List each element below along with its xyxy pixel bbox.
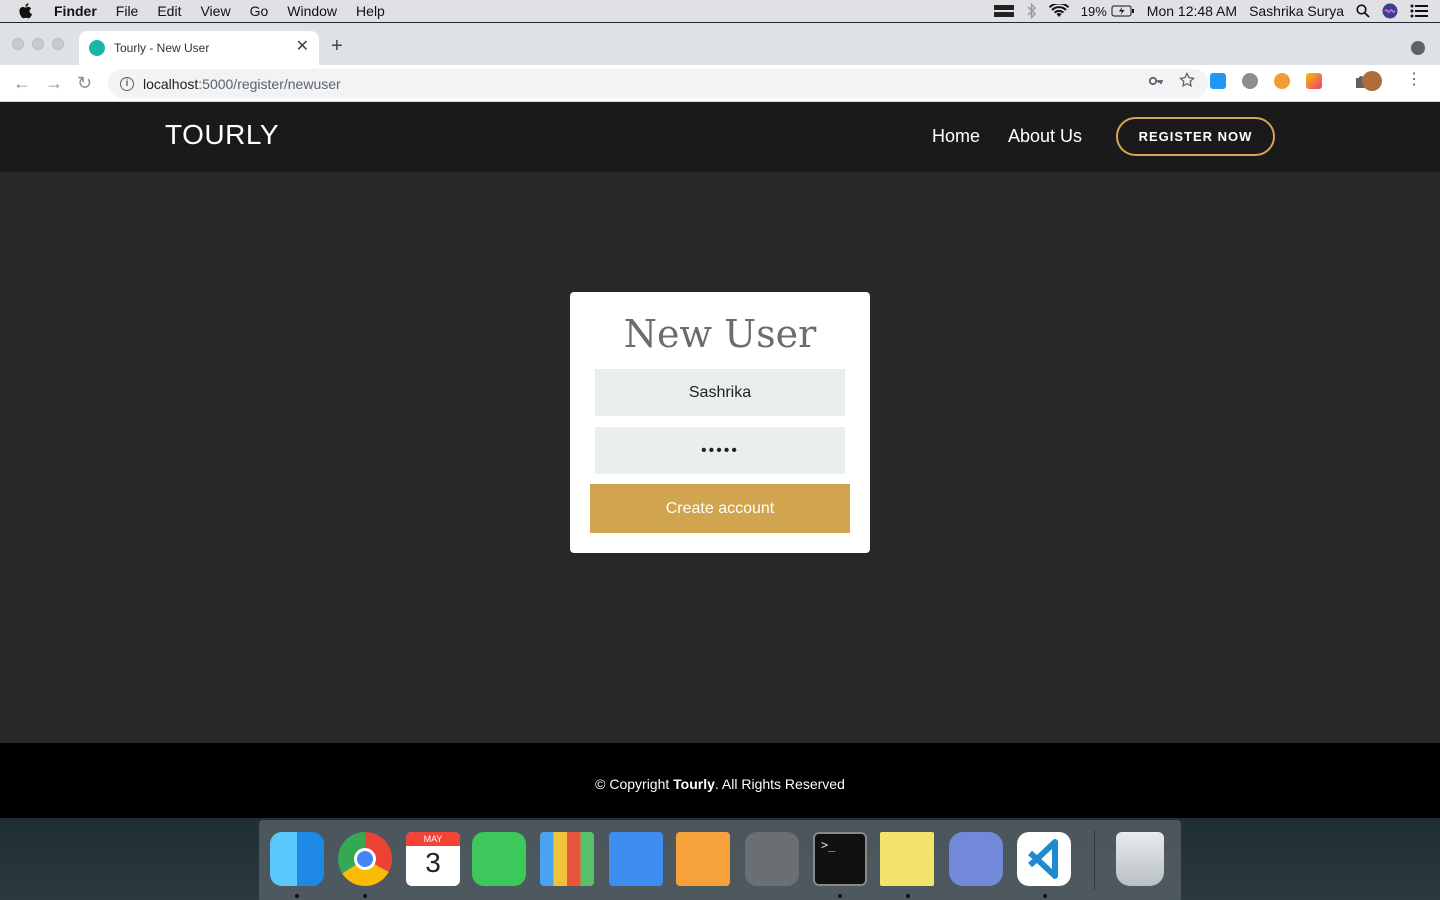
battery-percent: 19%: [1080, 3, 1107, 19]
copyright-prefix: © Copyright: [595, 776, 674, 792]
browser-tab-active[interactable]: Tourly - New User ✕: [79, 31, 319, 65]
calendar-month: MAY: [406, 832, 460, 846]
menu-file[interactable]: File: [116, 3, 139, 19]
dock-running-indicator: [1043, 894, 1047, 898]
close-window-button[interactable]: [12, 38, 24, 50]
new-user-form-card: New User Create account: [570, 292, 870, 553]
menu-app-name[interactable]: Finder: [54, 3, 97, 19]
address-bar[interactable]: i localhost:5000/register/newuser: [108, 69, 1208, 98]
zoom-window-button[interactable]: [52, 38, 64, 50]
site-main: New User Create account: [0, 172, 1440, 743]
discord-icon[interactable]: [949, 832, 1003, 886]
menu-help[interactable]: Help: [356, 3, 385, 19]
dock: MAY 3 >_: [259, 820, 1181, 900]
dock-running-indicator: [363, 894, 367, 898]
airplay-icon[interactable]: [993, 4, 1015, 18]
url-path: :5000/register/newuser: [198, 75, 341, 92]
wifi-icon[interactable]: [1048, 4, 1069, 18]
notification-center-icon[interactable]: [1410, 4, 1428, 18]
terminal-icon[interactable]: >_: [813, 832, 867, 886]
profile-avatar[interactable]: [1362, 71, 1382, 91]
form-title: New User: [623, 312, 817, 356]
menu-edit[interactable]: Edit: [157, 3, 181, 19]
register-now-button[interactable]: REGISTER NOW: [1116, 117, 1275, 156]
tab-title: Tourly - New User: [114, 41, 210, 55]
calendar-icon[interactable]: MAY 3: [406, 832, 460, 886]
numbers-icon[interactable]: [540, 832, 594, 886]
back-arrow-icon[interactable]: ←: [13, 73, 31, 93]
menu-view[interactable]: View: [200, 3, 230, 19]
chrome-icon[interactable]: [338, 832, 392, 886]
dock-running-indicator: [906, 894, 910, 898]
create-account-button[interactable]: Create account: [590, 484, 850, 533]
nav-home-link[interactable]: Home: [932, 126, 980, 147]
chrome-center: [354, 848, 376, 870]
siri-icon[interactable]: [1382, 3, 1398, 19]
minimize-window-button[interactable]: [32, 38, 44, 50]
dock-running-indicator: [838, 894, 842, 898]
copyright-text: © Copyright Tourly. All Rights Reserved: [0, 776, 1440, 792]
tourly-favicon-icon: [89, 40, 105, 56]
clock[interactable]: Mon 12:48 AM: [1147, 3, 1237, 19]
calendar-day: 3: [425, 847, 441, 878]
site-header: TOURLY Home About Us REGISTER NOW: [0, 102, 1440, 172]
pages-icon[interactable]: [676, 832, 730, 886]
window-controls: [12, 38, 72, 50]
menubar-user[interactable]: Sashrika Surya: [1249, 3, 1344, 19]
extension-cloud-icon[interactable]: [1242, 73, 1258, 89]
system-preferences-icon[interactable]: [745, 832, 799, 886]
battery-icon[interactable]: [1111, 5, 1135, 17]
extension-owl-icon[interactable]: [1274, 73, 1290, 89]
extension-screen-icon[interactable]: [1210, 73, 1226, 89]
key-icon[interactable]: [1148, 73, 1164, 94]
menu-window[interactable]: Window: [287, 3, 337, 19]
dock-running-indicator: [295, 894, 299, 898]
browser-menu-icon[interactable]: ⋮: [1406, 72, 1422, 88]
finder-icon[interactable]: [270, 832, 324, 886]
site-logo[interactable]: TOURLY: [165, 119, 279, 151]
close-tab-icon[interactable]: ✕: [296, 39, 309, 55]
trash-icon[interactable]: [1116, 832, 1164, 886]
forward-arrow-icon[interactable]: →: [45, 73, 63, 93]
username-input[interactable]: [595, 369, 845, 416]
macos-menu-bar: Finder File Edit View Go Window Help 19%…: [0, 0, 1440, 22]
site-info-icon[interactable]: i: [120, 76, 134, 91]
copyright-brand: Tourly: [673, 776, 715, 792]
site-nav: Home About Us: [932, 126, 1110, 147]
dock-separator: [1094, 830, 1095, 890]
stickies-icon[interactable]: [880, 832, 934, 886]
browser-tab-strip: Tourly - New User ✕ +: [0, 23, 1440, 65]
site-footer: © Copyright Tourly. All Rights Reserved: [0, 743, 1440, 818]
nav-about-link[interactable]: About Us: [1008, 126, 1082, 147]
new-tab-icon[interactable]: +: [331, 36, 343, 56]
spotlight-icon[interactable]: [1356, 4, 1370, 18]
keynote-icon[interactable]: [609, 832, 663, 886]
url-host: localhost: [143, 75, 199, 92]
bluetooth-icon[interactable]: [1027, 3, 1037, 19]
copyright-suffix: . All Rights Reserved: [714, 776, 845, 792]
bookmark-star-icon[interactable]: [1179, 71, 1195, 93]
reload-icon[interactable]: ↻: [77, 73, 92, 93]
facetime-icon[interactable]: [472, 832, 526, 886]
tab-search-icon[interactable]: [1411, 41, 1425, 55]
apple-icon[interactable]: [18, 2, 40, 20]
vscode-icon[interactable]: [1017, 832, 1071, 886]
menu-go[interactable]: Go: [250, 3, 269, 19]
browser-toolbar: ← → ↻ i localhost:5000/register/newuser …: [0, 65, 1440, 102]
password-input[interactable]: [595, 427, 845, 474]
extension-w-icon[interactable]: [1306, 73, 1322, 89]
